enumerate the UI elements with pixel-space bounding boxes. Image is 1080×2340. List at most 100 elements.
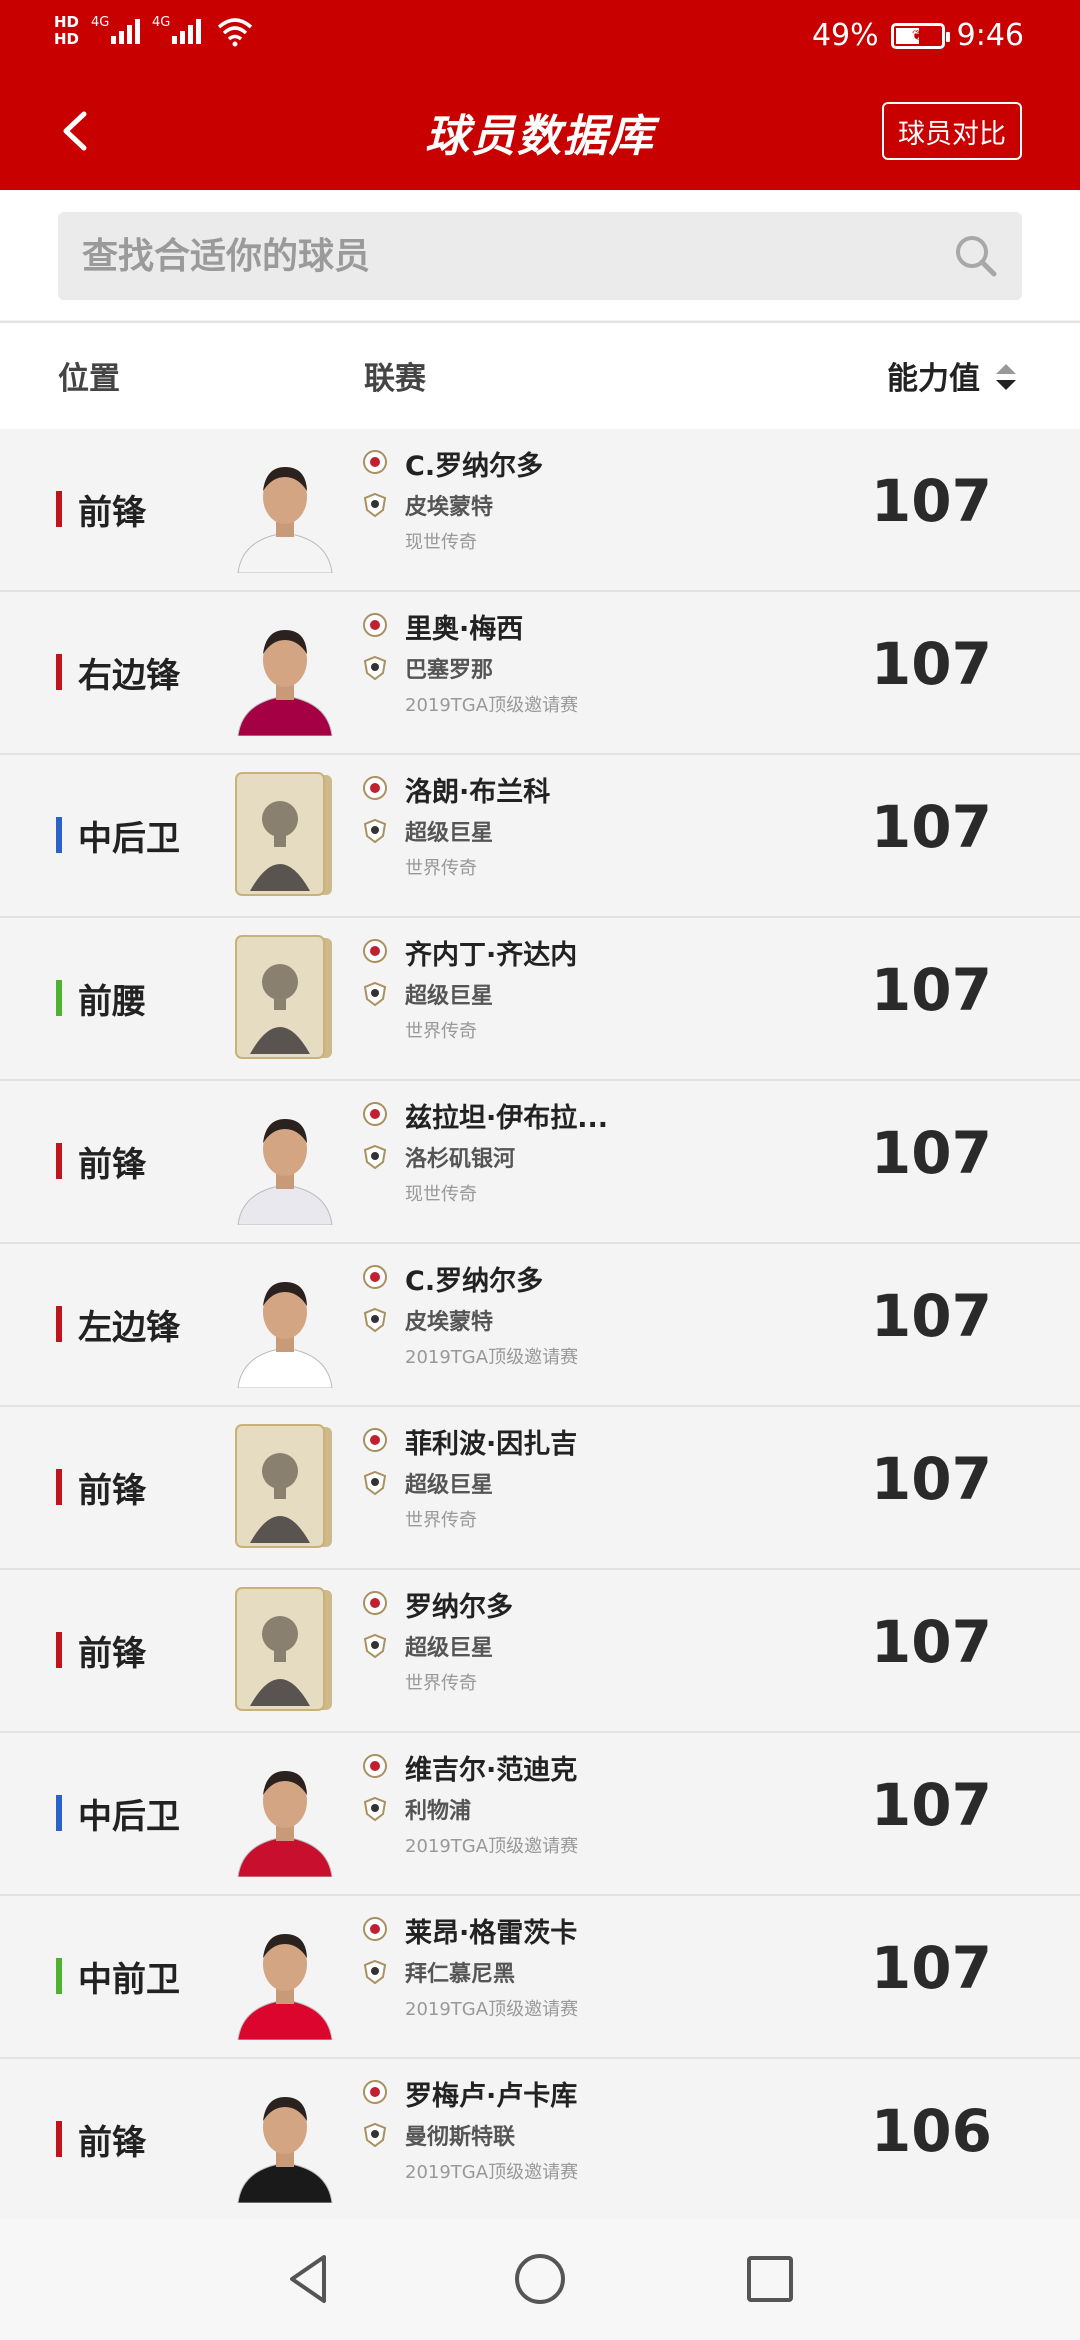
player-avatar — [237, 467, 333, 573]
player-card-image — [235, 1587, 332, 1711]
player-row[interactable]: 前锋 罗纳尔多 超级巨星 世界传奇 107 — [0, 1570, 1080, 1733]
man-utd-icon — [363, 2122, 387, 2148]
player-row[interactable]: 前锋 罗梅卢·卢卡库 曼彻斯特联 2019TGA顶级邀请赛 106 — [0, 2059, 1080, 2219]
player-card-image — [235, 935, 332, 1059]
position-indicator — [56, 1469, 62, 1505]
player-rating: 106 — [870, 2097, 992, 2165]
player-club: 拜仁慕尼黑 — [405, 1962, 516, 1987]
player-row[interactable]: 前腰 齐内丁·齐达内 超级巨星 世界传奇 107 — [0, 918, 1080, 1081]
player-club: 超级巨星 — [405, 1636, 494, 1661]
clock: 9:46 — [956, 18, 1024, 53]
barcelona-icon — [363, 655, 387, 681]
app-header: 球员数据库 球员对比 — [0, 72, 1080, 190]
player-event: 世界传奇 — [405, 858, 477, 879]
battery-icon: ❦ — [890, 22, 950, 49]
signal-icon-2: 4G — [152, 15, 202, 44]
hd-indicator: HD HD — [54, 14, 79, 48]
player-name: 罗梅卢·卢卡库 — [405, 2081, 578, 2112]
player-avatar — [237, 1771, 333, 1877]
square-recent-icon[interactable] — [740, 2249, 800, 2309]
icon-badge — [363, 1591, 387, 1615]
player-rating: 107 — [870, 1608, 992, 1676]
player-row[interactable]: 前锋 C.罗纳尔多 皮埃蒙特 现世传奇 107 — [0, 429, 1080, 592]
hd-label-1: HD — [54, 13, 80, 31]
column-position[interactable]: 位置 — [58, 353, 120, 398]
player-name: C.罗纳尔多 — [405, 451, 544, 482]
player-avatar — [237, 2097, 333, 2203]
player-rating: 107 — [870, 1771, 992, 1839]
player-club: 超级巨星 — [405, 1473, 494, 1498]
position-label: 左边锋 — [78, 1308, 180, 1348]
position-label: 右边锋 — [78, 656, 180, 696]
icon-badge — [363, 776, 387, 800]
position-indicator — [56, 980, 62, 1016]
triangle-back-icon[interactable] — [280, 2249, 340, 2309]
player-event: 2019TGA顶级邀请赛 — [405, 1999, 579, 2020]
player-row[interactable]: 前锋 兹拉坦·伊布拉... 洛杉矶银河现世传奇 107 — [0, 1081, 1080, 1244]
leaf-icon: ❦ — [911, 27, 924, 44]
player-club: 利物浦 — [405, 1799, 472, 1824]
player-card-image — [235, 772, 332, 896]
battery-percent: 49% — [811, 18, 879, 53]
column-league[interactable]: 联赛 — [364, 353, 426, 398]
la-galaxy-icon — [363, 1144, 387, 1170]
player-event: 世界传奇 — [405, 1673, 477, 1694]
player-event: 2019TGA顶级邀请赛 — [405, 695, 579, 716]
player-rating: 107 — [870, 630, 992, 698]
system-nav-bar — [0, 2219, 1080, 2340]
status-right: 49% ❦ 9:46 — [812, 18, 1024, 53]
search-box — [58, 212, 1022, 300]
position-indicator — [56, 1795, 62, 1831]
serie-a-icon — [363, 1265, 387, 1289]
icon-badge — [363, 981, 387, 1007]
player-rating: 107 — [870, 1445, 992, 1513]
circle-home-icon[interactable] — [510, 2249, 570, 2309]
player-club: 洛杉矶银河 — [405, 1147, 516, 1172]
position-indicator — [56, 1143, 62, 1179]
player-name: 罗纳尔多 — [405, 1592, 513, 1623]
player-event: 世界传奇 — [405, 1021, 477, 1042]
player-row[interactable]: 中前卫 莱昂·格雷茨卡 拜仁慕尼黑 2019TGA顶级邀请赛 107 — [0, 1896, 1080, 2059]
player-name: 兹拉坦·伊布拉... — [405, 1103, 609, 1134]
player-rating: 107 — [870, 793, 992, 861]
position-indicator — [56, 491, 62, 527]
player-club: 皮埃蒙特 — [405, 1310, 494, 1335]
player-row[interactable]: 前锋 菲利波·因扎吉 超级巨星 世界传奇 107 — [0, 1407, 1080, 1570]
hd-label-2: HD — [54, 30, 80, 48]
wifi-icon — [217, 18, 253, 47]
search-input[interactable] — [82, 212, 922, 300]
position-label: 前锋 — [78, 493, 146, 533]
status-left: HD HD 4G 4G — [54, 14, 255, 48]
icon-badge — [363, 1428, 387, 1452]
position-label: 中后卫 — [78, 819, 180, 859]
player-club: 超级巨星 — [405, 821, 494, 846]
sort-header: 位置 联赛 能力值 — [0, 321, 1080, 429]
player-list: 前锋 C.罗纳尔多 皮埃蒙特 现世传奇 107 右边锋 里奥·梅西 巴塞罗那 2019TGA顶级… — [0, 429, 1080, 2219]
compare-button[interactable]: 球员对比 — [882, 102, 1022, 160]
player-event: 现世传奇 — [405, 532, 477, 553]
player-event: 2019TGA顶级邀请赛 — [405, 1836, 579, 1857]
player-event: 现世传奇 — [405, 1184, 477, 1205]
position-label: 前锋 — [78, 1145, 146, 1185]
position-label: 中后卫 — [78, 1797, 180, 1837]
player-name: 菲利波·因扎吉 — [405, 1429, 578, 1460]
player-row[interactable]: 中后卫 维吉尔·范迪克 利物浦 2019TGA顶级邀请赛 107 — [0, 1733, 1080, 1896]
player-rating: 107 — [870, 1119, 992, 1187]
position-indicator — [56, 1632, 62, 1668]
bayern-icon — [363, 1959, 387, 1985]
player-name: 齐内丁·齐达内 — [405, 940, 578, 971]
player-club: 超级巨星 — [405, 984, 494, 1009]
search-icon[interactable] — [952, 232, 1000, 280]
player-row[interactable]: 右边锋 里奥·梅西 巴塞罗那 2019TGA顶级邀请赛 107 — [0, 592, 1080, 755]
sort-icon[interactable] — [994, 361, 1018, 393]
player-row[interactable]: 中后卫 洛朗·布兰科 超级巨星 世界传奇 107 — [0, 755, 1080, 918]
column-rating[interactable]: 能力值 — [887, 353, 980, 398]
player-avatar — [237, 1119, 333, 1225]
player-avatar — [237, 1934, 333, 2040]
serie-a-icon — [363, 450, 387, 474]
piemonte-icon — [363, 1307, 387, 1333]
bundesliga-icon — [363, 1917, 387, 1941]
player-row[interactable]: 左边锋 C.罗纳尔多 皮埃蒙特 2019TGA顶级邀请赛 107 — [0, 1244, 1080, 1407]
network-label-2: 4G — [152, 14, 171, 30]
player-club: 曼彻斯特联 — [405, 2125, 516, 2150]
